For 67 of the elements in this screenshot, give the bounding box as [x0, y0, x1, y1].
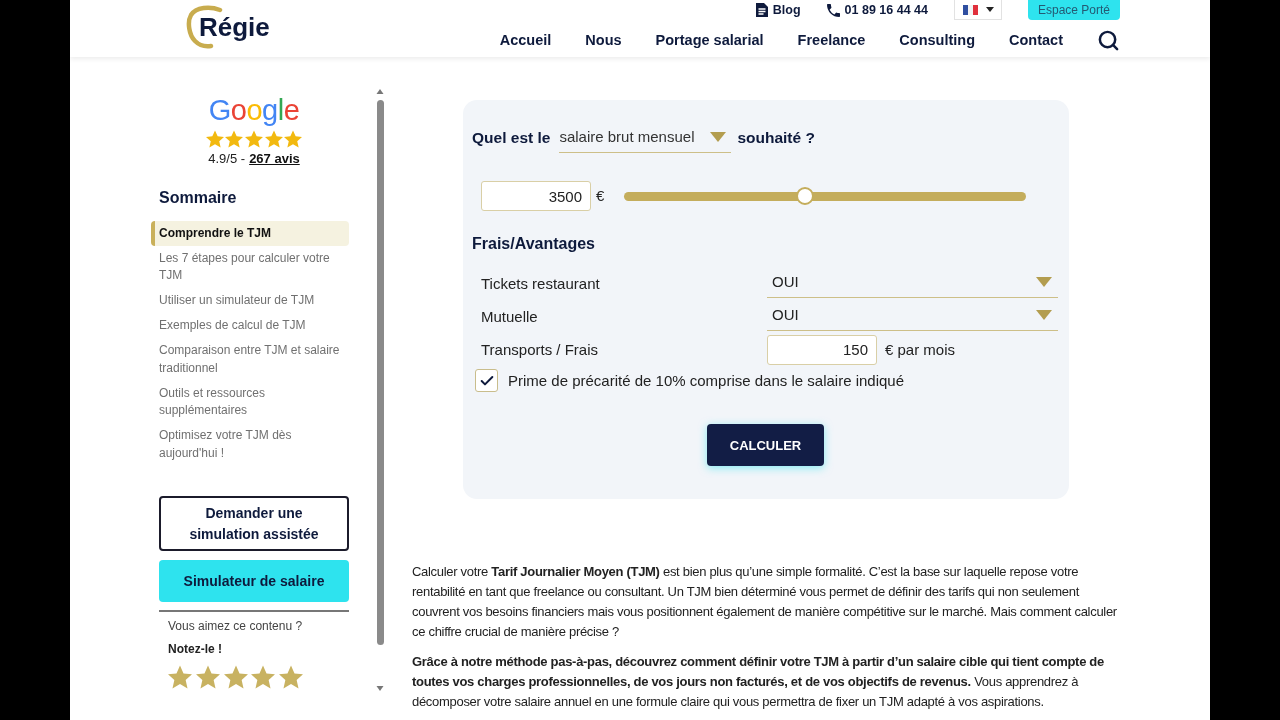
flag-icon [962, 4, 978, 15]
toc-item[interactable]: Exemples de calcul de TJM [151, 313, 349, 339]
star-icon[interactable] [279, 665, 303, 689]
toc-item[interactable]: Optimisez votre TJM dès aujourd'hui ! [151, 423, 349, 466]
feedback-prompt: Notez-le ! [167, 641, 223, 657]
document-icon [755, 3, 768, 17]
star-icon [205, 130, 224, 148]
checkbox[interactable] [475, 369, 498, 392]
toc-item[interactable]: Utiliser un simulateur de TJM [151, 288, 349, 314]
star-icon[interactable] [168, 665, 192, 689]
feedback-question: Vous aimez ce contenu ? [167, 618, 304, 634]
nav-link[interactable]: Nous [585, 30, 622, 50]
star-icon [225, 130, 244, 148]
caret-icon [985, 7, 994, 12]
toc-item[interactable]: Comparaison entre TJM et salaire traditionnel [151, 338, 349, 381]
scroll-down-icon[interactable] [376, 685, 384, 692]
toc-title: Sommaire [159, 188, 238, 208]
phone-link[interactable]: 01 89 16 44 44 [826, 2, 928, 18]
assisted-simulation-button[interactable]: Demander une simulation assistée [159, 496, 349, 551]
toc-item[interactable]: Outils et ressources supplémentaires [151, 381, 349, 424]
currency-label: € [596, 186, 605, 206]
star-icon[interactable] [223, 665, 248, 689]
toc-item[interactable]: Les 7 étapes pour calculer votre TJM [151, 246, 349, 289]
amount-input[interactable]: 150 [767, 334, 877, 365]
calculate-button[interactable]: CALCULER [707, 424, 824, 466]
nav-link[interactable]: Contact [1009, 30, 1063, 50]
caret-icon [710, 132, 727, 142]
account-button[interactable]: Espace Porté [1028, 0, 1120, 20]
nav-link[interactable]: Consulting [899, 30, 975, 50]
search-icon[interactable] [1097, 28, 1120, 52]
salary-simulator-button[interactable]: Simulateur de salaire [159, 560, 349, 602]
slider-thumb[interactable] [796, 187, 815, 205]
reviews-link[interactable]: 267 avis [249, 151, 300, 166]
site-logo[interactable]: Régie [186, 5, 274, 49]
article-paragraph: Calculer votre Tarif Journalier Moyen (TJM) est bien plus qu’une simple formalité. C’est la base sur laquelle repose votre rentabilité en tant que freelance ou consultant. Un TJM bien déterminé vous permet de définir des tarifs qui non seulement couvrent vos besoins financiers mais vous positionnent également de manière compétitive sur le marché. Mais comment calculer ce chiffre crucial de manière précise ? [412, 563, 1118, 641]
field-label: Tickets restaurant [481, 273, 600, 294]
nav-link[interactable]: Accueil [499, 30, 552, 50]
section-title: Frais/Avantages [472, 234, 596, 254]
option-select[interactable]: OUI [767, 300, 1058, 331]
question-text: Quel est le [472, 127, 551, 148]
scrollbar-thumb[interactable] [376, 100, 384, 645]
language-select[interactable] [954, 0, 1002, 20]
blog-link[interactable]: Blog [755, 2, 801, 18]
star-icon [245, 130, 263, 148]
unit-label: € par mois [885, 339, 956, 360]
star-icon[interactable] [251, 665, 276, 689]
option-select[interactable]: OUI [767, 267, 1058, 298]
star-icon [284, 130, 303, 148]
nav-link[interactable]: Portage salarial [655, 30, 764, 50]
rating-score: 4.9/5 - [208, 151, 246, 166]
star-icon[interactable] [195, 665, 220, 689]
salary-input[interactable]: 3500 [481, 181, 591, 211]
field-label: Transports / Frais [481, 339, 598, 360]
phone-icon [826, 3, 840, 17]
question-text: souhaité ? [737, 127, 815, 148]
star-rating[interactable] [168, 665, 303, 689]
toc-item[interactable]: Comprendre le TJM [151, 221, 349, 246]
salary-type-select[interactable]: salaire brut mensuel [559, 122, 732, 153]
checkbox-label: Prime de précarité de 10% comprise dans le salaire indiqué [508, 370, 905, 391]
caret-icon [1036, 277, 1052, 287]
article-paragraph: Grâce à notre méthode pas-à-pas, découvrez comment définir votre TJM à partir d’un salaire cible qui tient compte de toutes vos charges professionnelles, de vos jours non facturés, et de vos objectifs de revenus. Vous apprendrez à décomposer votre salaire annuel en une formule claire qui vous permettra de fixer un TJM adapté à vos aspirations. [412, 653, 1105, 711]
nav-link[interactable]: Freelance [797, 30, 866, 50]
google-logo: Google [208, 94, 300, 126]
caret-icon [1036, 310, 1052, 320]
scroll-up-icon[interactable] [376, 88, 384, 95]
star-icon [264, 130, 283, 148]
field-label: Mutuelle [481, 306, 538, 327]
